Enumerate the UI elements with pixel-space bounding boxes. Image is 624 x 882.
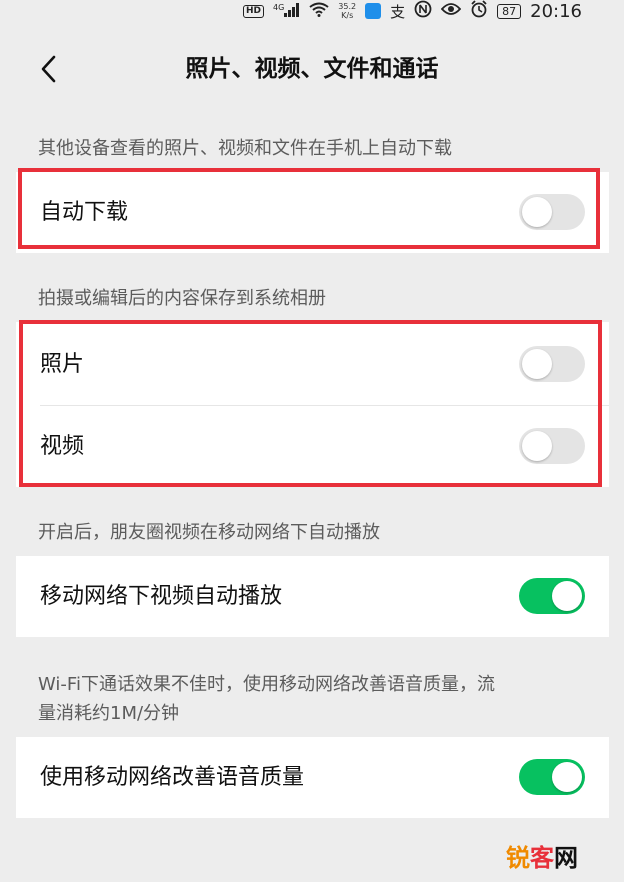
save-videos-row[interactable]: 视频 (16, 406, 609, 487)
save-album-caption: 拍摄或编辑后的内容保存到系统相册 (38, 288, 326, 309)
toggle-knob (552, 581, 582, 611)
auto-download-toggle[interactable] (519, 194, 585, 230)
auto-download-card: 自动下载 (16, 172, 609, 253)
eye-icon (440, 2, 462, 20)
save-videos-toggle[interactable] (519, 428, 585, 464)
save-album-card: 照片 视频 (16, 322, 609, 487)
wifi-icon (309, 2, 329, 21)
voice-caption-line2: 量消耗约1M/分钟 (38, 703, 180, 724)
auto-download-caption: 其他设备查看的照片、视频和文件在手机上自动下载 (38, 138, 452, 159)
hd-badge: HD (242, 4, 264, 18)
alipay-notification-icon: 支 (390, 2, 406, 21)
status-bar: HD 4G 35.2 K/s 支 87 20:16 (0, 0, 624, 22)
save-photos-toggle[interactable] (519, 346, 585, 382)
nav-bar: 照片、视频、文件和通话 (0, 40, 624, 100)
moments-card: 移动网络下视频自动播放 (16, 556, 609, 637)
moments-autoplay-row[interactable]: 移动网络下视频自动播放 (16, 556, 609, 637)
moments-caption: 开启后，朋友圈视频在移动网络下自动播放 (38, 522, 380, 543)
voice-card: 使用移动网络改善语音质量 (16, 737, 609, 818)
toggle-knob (522, 349, 552, 379)
voice-quality-row[interactable]: 使用移动网络改善语音质量 (16, 737, 609, 818)
app-notification-icon (365, 3, 382, 19)
save-photos-row[interactable]: 照片 (16, 324, 609, 405)
voice-quality-label: 使用移动网络改善语音质量 (40, 765, 305, 790)
moments-autoplay-toggle[interactable] (519, 578, 585, 614)
save-videos-label: 视频 (40, 434, 85, 459)
site-watermark: 锐客网 (506, 844, 578, 872)
moments-autoplay-label: 移动网络下视频自动播放 (40, 584, 283, 609)
signal-icon: 4G (273, 2, 300, 20)
toggle-knob (522, 197, 552, 227)
net-speed: 35.2 K/s (338, 2, 357, 20)
nfc-icon (414, 0, 432, 22)
save-photos-label: 照片 (40, 352, 85, 377)
voice-quality-toggle[interactable] (519, 759, 585, 795)
battery-indicator: 87 (497, 3, 522, 19)
page-title: 照片、视频、文件和通话 (185, 56, 439, 82)
alarm-icon (470, 0, 488, 22)
toggle-knob (552, 762, 582, 792)
auto-download-label: 自动下载 (40, 200, 129, 225)
toggle-knob (522, 431, 552, 461)
auto-download-row[interactable]: 自动下载 (16, 172, 609, 253)
clock: 20:16 (530, 0, 582, 22)
voice-caption-line1: Wi-Fi下通话效果不佳时，使用移动网络改善语音质量，流 (38, 674, 495, 695)
